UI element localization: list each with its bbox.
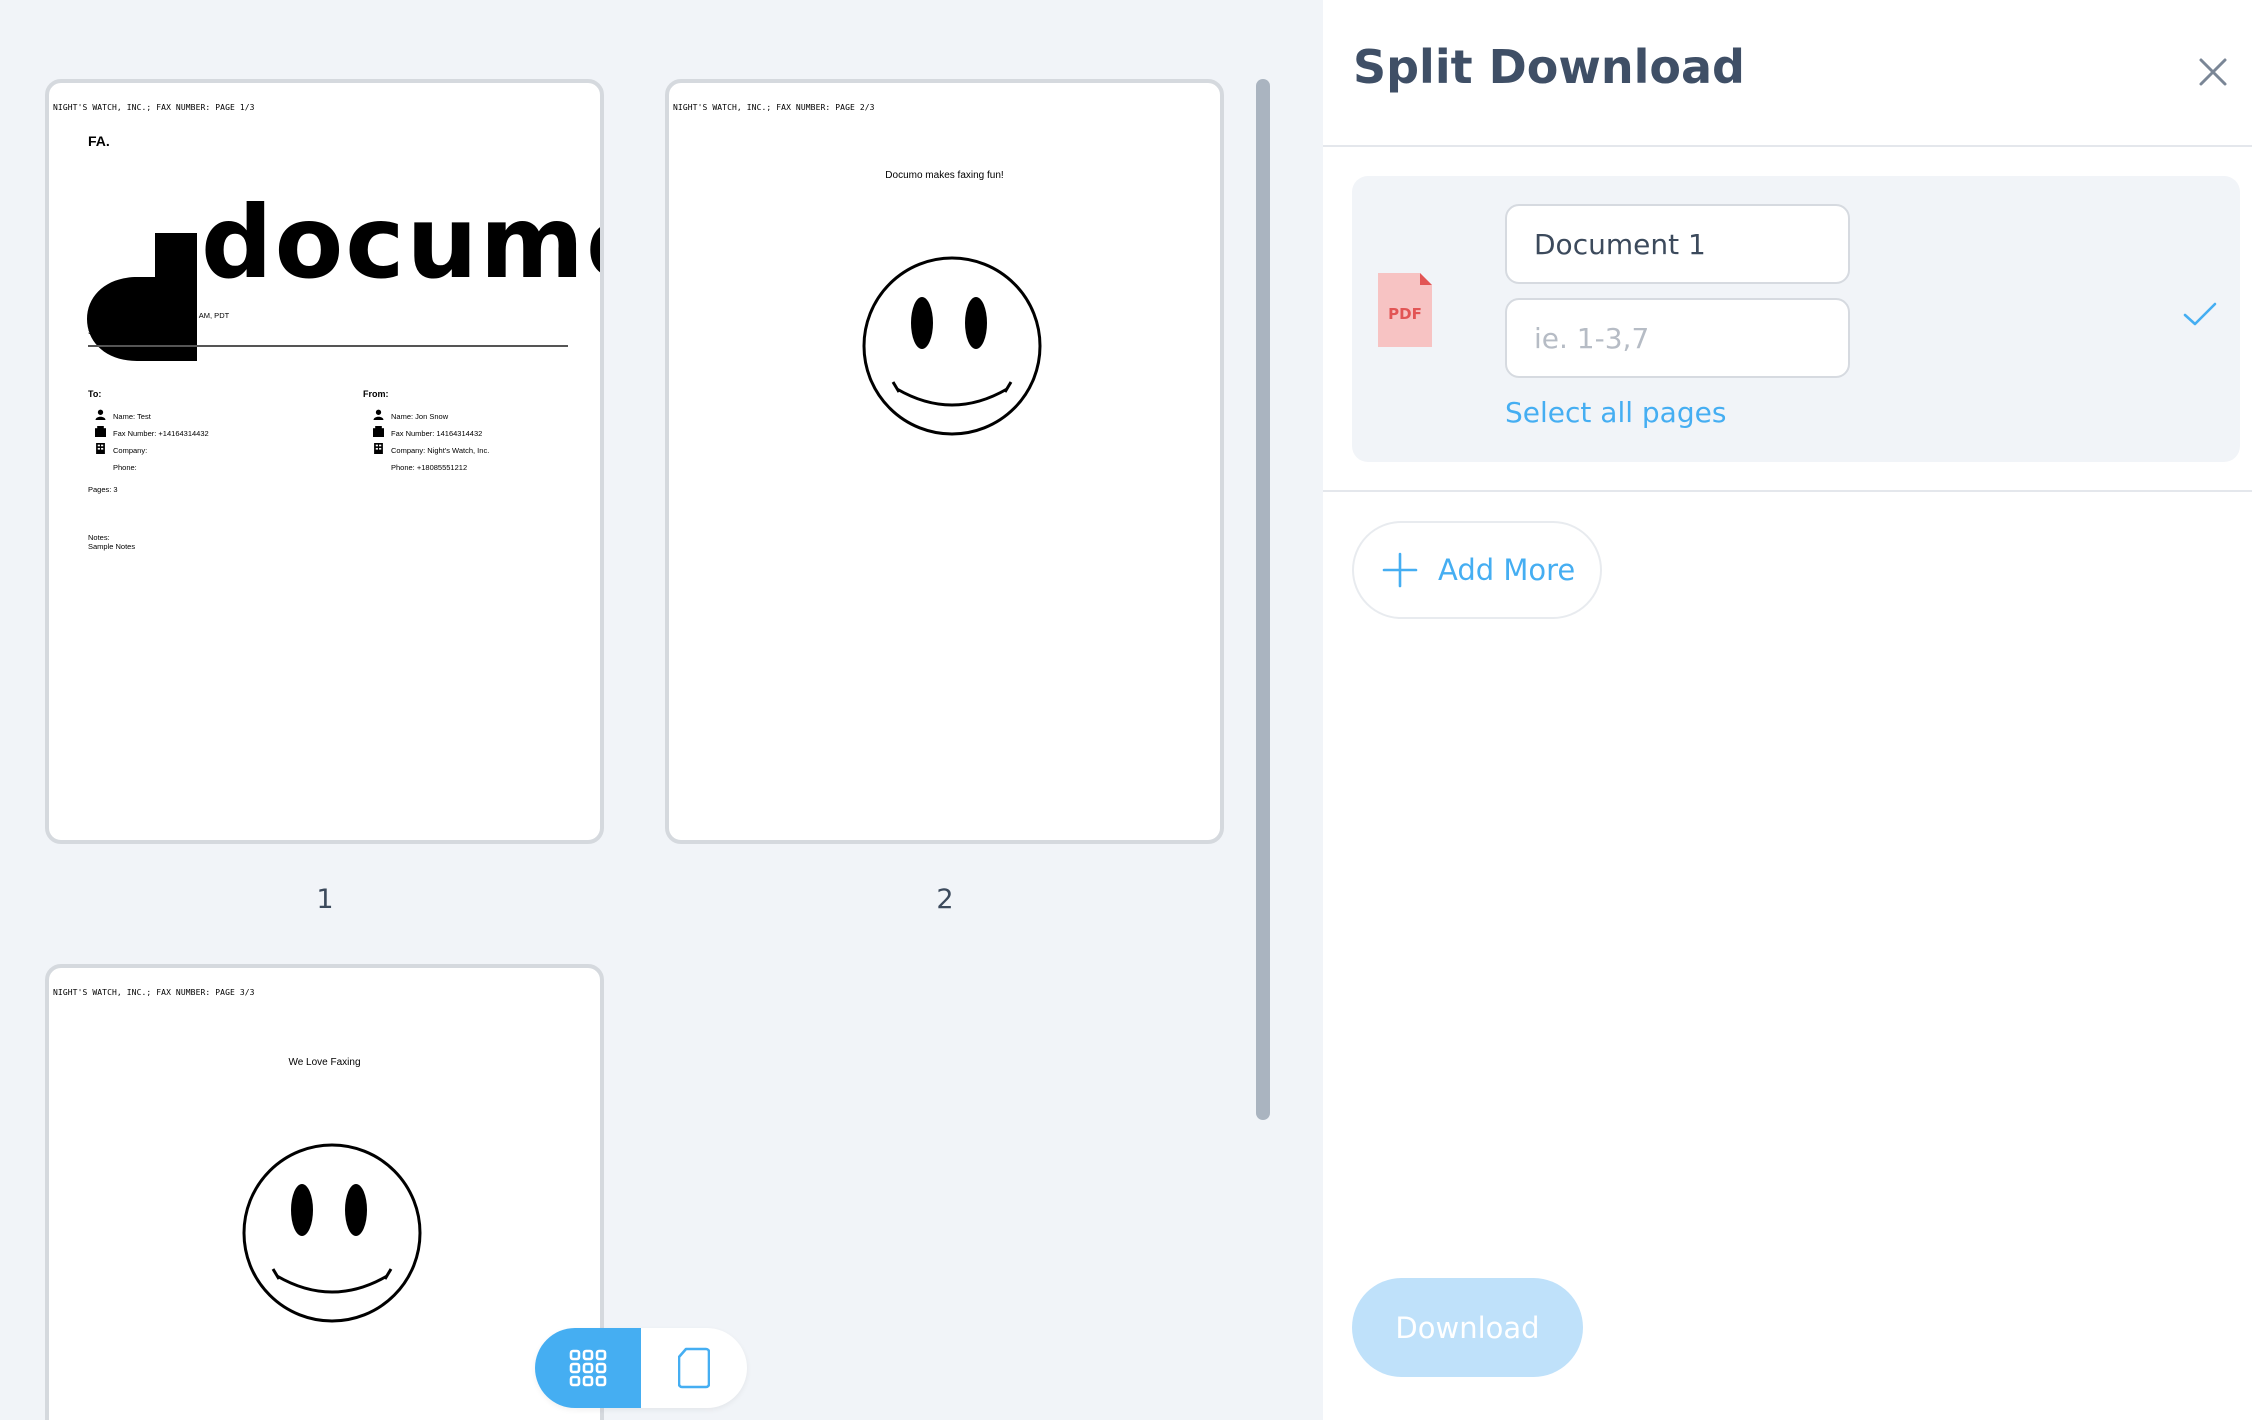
page-preview-area: NIGHT'S WATCH, INC.; FAX NUMBER: PAGE 1/… bbox=[0, 0, 1323, 1420]
to-label: To: bbox=[88, 389, 102, 399]
fax-header: NIGHT'S WATCH, INC.; FAX NUMBER: PAGE 1/… bbox=[53, 103, 255, 112]
check-icon[interactable] bbox=[2182, 296, 2218, 332]
document-card: PDF Select all pages bbox=[1352, 176, 2240, 462]
to-company: Company: bbox=[113, 446, 148, 455]
add-more-button[interactable]: Add More bbox=[1352, 521, 1602, 619]
from-name: Name: Jon Snow bbox=[391, 412, 449, 421]
pages-line: Pages: 3 bbox=[88, 485, 118, 494]
divider-rule bbox=[88, 345, 568, 347]
pdf-file-icon: PDF bbox=[1378, 273, 1432, 347]
grid-view-button[interactable] bbox=[535, 1328, 641, 1408]
fax-icon bbox=[95, 426, 106, 437]
from-company: Company: Night's Watch, Inc. bbox=[391, 446, 490, 455]
building-icon bbox=[374, 443, 383, 454]
notes-label: Notes: bbox=[88, 533, 110, 542]
preview-scrollbar[interactable] bbox=[1256, 79, 1270, 1120]
from-fax: Fax Number: 14164314432 bbox=[391, 429, 483, 438]
plus-icon bbox=[1382, 552, 1418, 588]
from-label: From: bbox=[363, 389, 389, 399]
building-icon bbox=[96, 443, 105, 454]
page-range-input[interactable] bbox=[1505, 298, 1850, 378]
split-download-panel: Split Download PDF Select all pages Add … bbox=[1323, 0, 2252, 1420]
page-number-1: 1 bbox=[316, 884, 334, 915]
person-icon bbox=[95, 409, 106, 420]
panel-title: Split Download bbox=[1353, 40, 1745, 94]
header-divider bbox=[1323, 145, 2252, 147]
close-icon[interactable] bbox=[2193, 52, 2233, 92]
from-phone: Phone: +18085551212 bbox=[391, 463, 468, 472]
documo-logo-text: documo bbox=[201, 184, 600, 301]
to-name: Name: Test bbox=[113, 412, 151, 421]
page-icon bbox=[678, 1347, 710, 1389]
to-phone: Phone: bbox=[113, 463, 137, 472]
smiley-face-icon bbox=[242, 1143, 422, 1323]
page-thumbnail-3[interactable]: NIGHT'S WATCH, INC.; FAX NUMBER: PAGE 3/… bbox=[45, 964, 604, 1420]
list-divider bbox=[1323, 490, 2252, 492]
page-caption: Documo makes faxing fun! bbox=[885, 170, 1004, 181]
pdf-icon-label: PDF bbox=[1388, 305, 1422, 323]
documo-logo-icon bbox=[87, 233, 197, 361]
page-thumbnail-1[interactable]: NIGHT'S WATCH, INC.; FAX NUMBER: PAGE 1/… bbox=[45, 79, 604, 844]
select-all-pages-link[interactable]: Select all pages bbox=[1505, 396, 1726, 429]
page-caption: We Love Faxing bbox=[288, 1057, 361, 1068]
page-number-2: 2 bbox=[936, 884, 954, 915]
date-line: Date: Tuesday, July 8, 2025 7:35 AM, PDT bbox=[88, 311, 230, 320]
page-thumbnail-2[interactable]: NIGHT'S WATCH, INC.; FAX NUMBER: PAGE 2/… bbox=[665, 79, 1224, 844]
document-name-input[interactable] bbox=[1505, 204, 1850, 284]
download-button[interactable]: Download bbox=[1352, 1278, 1583, 1377]
fax-header: NIGHT'S WATCH, INC.; FAX NUMBER: PAGE 2/… bbox=[673, 103, 875, 112]
fax-label: FA. bbox=[88, 133, 110, 149]
fax-header: NIGHT'S WATCH, INC.; FAX NUMBER: PAGE 3/… bbox=[53, 988, 255, 997]
view-toggle bbox=[535, 1328, 747, 1408]
add-more-label: Add More bbox=[1438, 553, 1576, 587]
single-page-view-button[interactable] bbox=[641, 1328, 747, 1408]
grid-icon bbox=[569, 1349, 607, 1387]
smiley-face-icon bbox=[862, 256, 1042, 436]
person-icon bbox=[373, 409, 384, 420]
subject-line: Subject: TEst bbox=[88, 327, 133, 336]
fax-icon bbox=[373, 426, 384, 437]
notes-text: Sample Notes bbox=[88, 542, 136, 551]
to-fax: Fax Number: +14164314432 bbox=[113, 429, 209, 438]
